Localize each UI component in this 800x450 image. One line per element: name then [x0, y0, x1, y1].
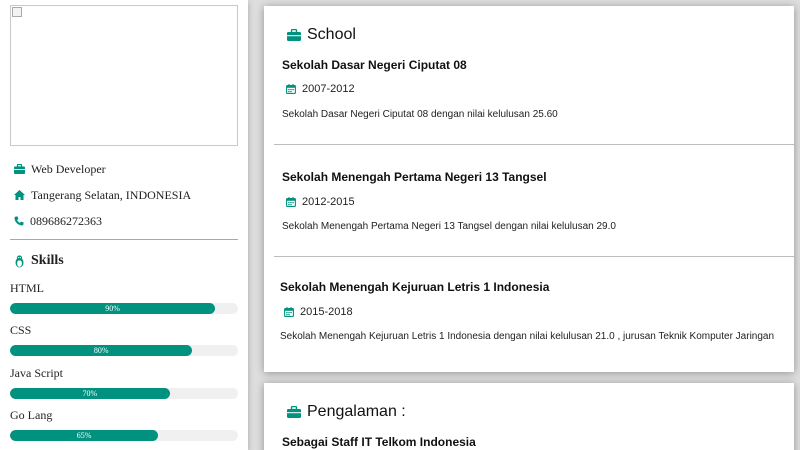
school-card: School Sekolah Dasar Negeri Ciputat 08 2… [264, 6, 794, 372]
school-title: School [307, 26, 356, 43]
school-name: Sekolah Menengah Kejuruan Letris 1 Indon… [280, 280, 550, 294]
entry-divider [274, 144, 794, 145]
entry-divider [274, 256, 794, 257]
experience-title: Pengalaman : [307, 403, 406, 420]
school-years: 2007-2012 [286, 83, 355, 95]
job-title: Web Developer [31, 161, 106, 176]
experience-entry-title: Sebagai Staff IT Telkom Indonesia [282, 435, 476, 449]
school-name: Sekolah Dasar Negeri Ciputat 08 [282, 58, 467, 72]
school-description: Sekolah Dasar Negeri Ciputat 08 dengan n… [282, 109, 558, 120]
school-heading: School [287, 26, 356, 44]
location-text: Tangerang Selatan, INDONESIA [31, 187, 192, 202]
experience-heading: Pengalaman : [287, 403, 406, 421]
school-years: 2015-2018 [284, 306, 353, 318]
briefcase-icon [14, 164, 25, 174]
calendar-icon [286, 84, 296, 94]
skill-bar-fill: 80% [10, 345, 193, 356]
skill-name: CSS [10, 323, 32, 337]
profile-divider [10, 239, 238, 240]
skill-bar-fill: 70% [10, 388, 170, 399]
briefcase-icon [287, 29, 301, 41]
skill-bar-track: 90% [10, 303, 238, 314]
years-text: 2012-2015 [302, 196, 355, 208]
phone-row: 089686272363 [14, 212, 102, 230]
years-text: 2007-2012 [302, 83, 355, 95]
skills-title: Skills [31, 253, 64, 268]
broken-image-icon [12, 7, 22, 17]
briefcase-icon [287, 406, 301, 418]
calendar-icon [284, 307, 294, 317]
skill-bar-track: 80% [10, 345, 238, 356]
skill-name: Go Lang [10, 408, 53, 422]
phone-number: 089686272363 [30, 213, 102, 228]
skill-bar-fill: 65% [10, 430, 159, 441]
phone-icon [14, 216, 24, 226]
skill-name: Java Script [10, 366, 63, 380]
school-years: 2012-2015 [286, 196, 355, 208]
school-description: Sekolah Menengah Pertama Negeri 13 Tangs… [282, 221, 616, 232]
skill-bar-track: 70% [10, 388, 238, 399]
skills-heading: Skills [14, 252, 64, 270]
location-row: Tangerang Selatan, INDONESIA [14, 186, 191, 204]
school-name: Sekolah Menengah Pertama Negeri 13 Tangs… [282, 170, 547, 184]
skill-bar-track: 65% [10, 430, 238, 441]
home-icon [14, 190, 25, 200]
linux-tux-icon [15, 254, 24, 267]
years-text: 2015-2018 [300, 306, 353, 318]
skill-name: HTML [10, 281, 44, 295]
school-description: Sekolah Menengah Kejuruan Letris 1 Indon… [280, 331, 775, 342]
job-row: Web Developer [14, 160, 106, 178]
profile-card: Web Developer Tangerang Selatan, INDONES… [0, 0, 248, 450]
calendar-icon [286, 197, 296, 207]
skill-bar-fill: 90% [10, 303, 216, 314]
profile-photo [10, 5, 238, 146]
experience-card: Pengalaman : Sebagai Staff IT Telkom Ind… [264, 383, 794, 450]
